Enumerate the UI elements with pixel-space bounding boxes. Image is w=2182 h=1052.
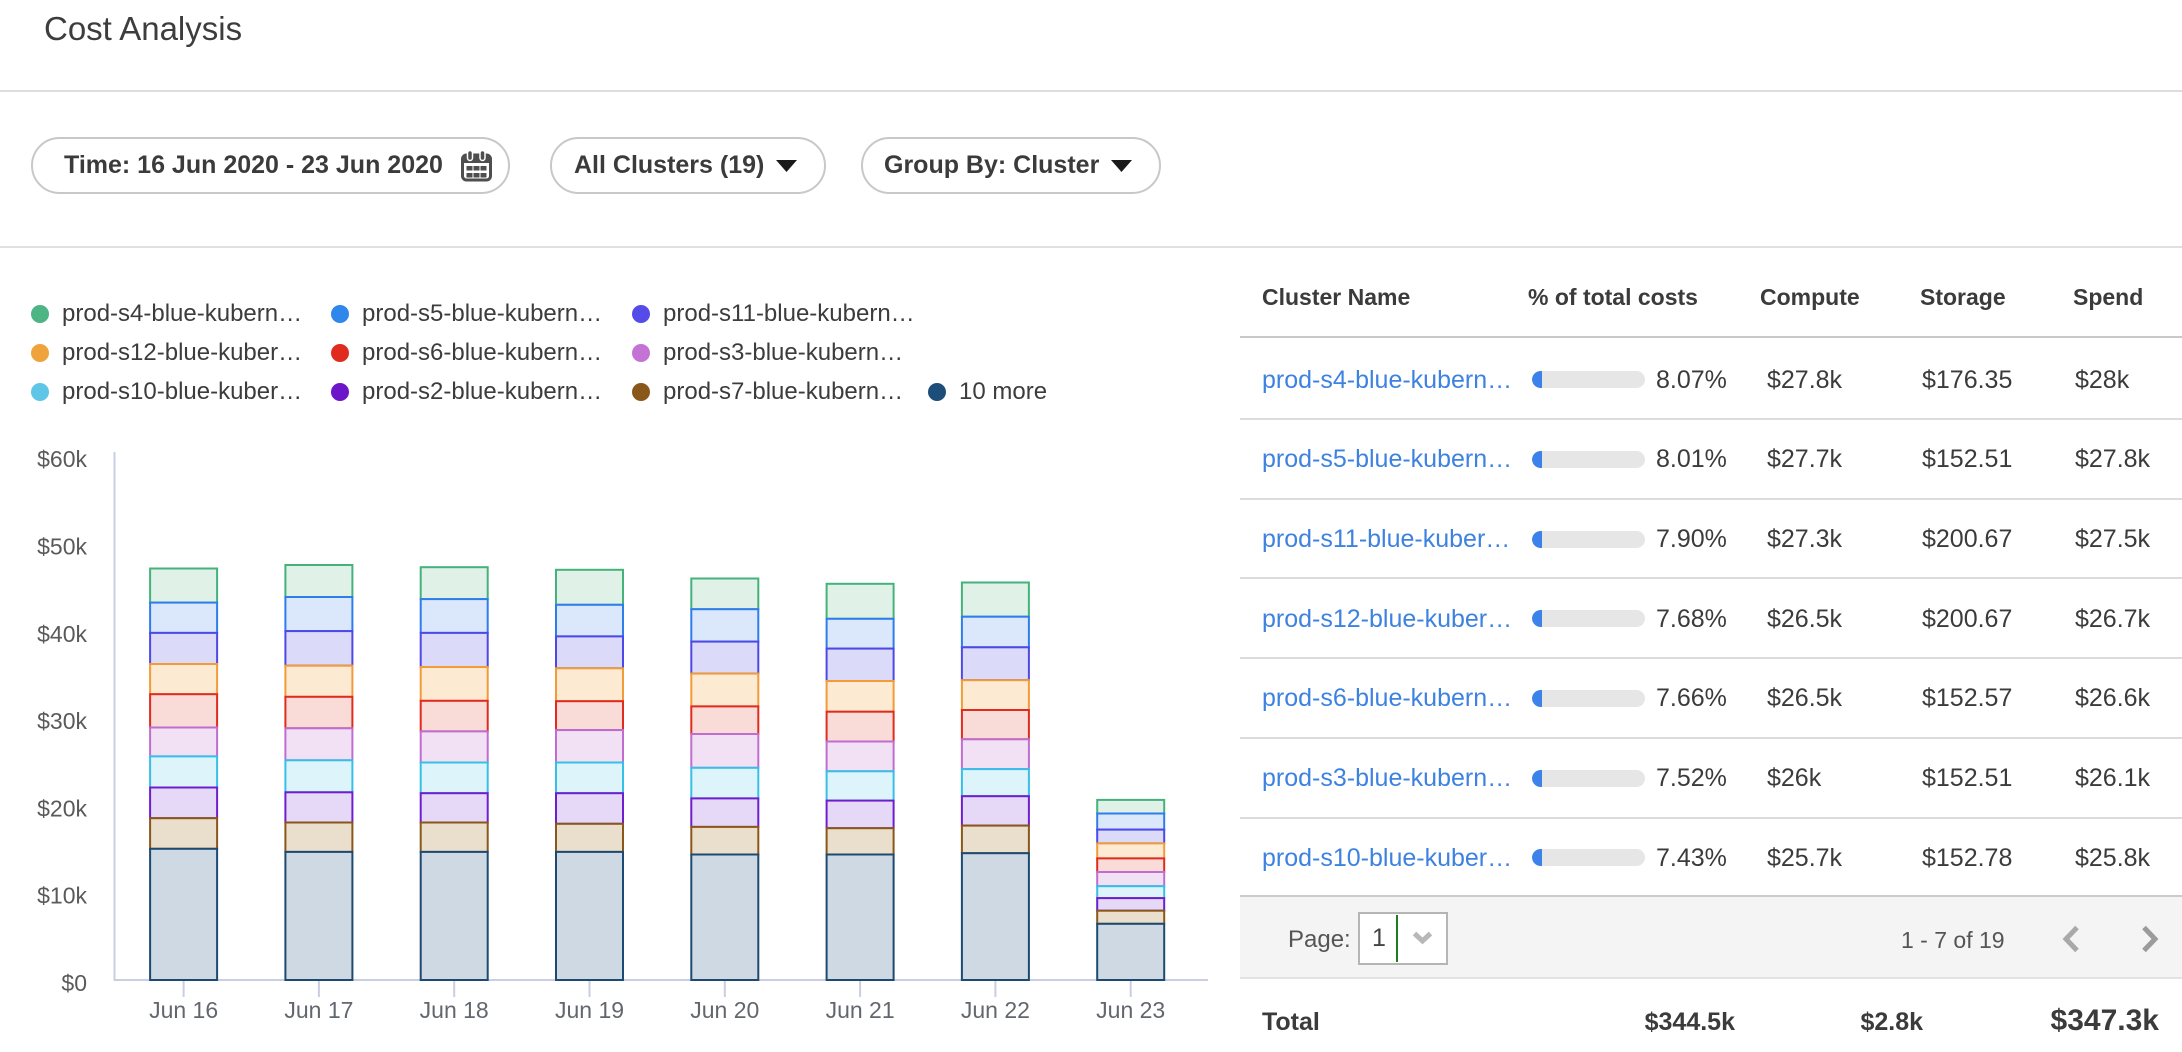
svg-text:Jun 18: Jun 18 [420, 997, 489, 1023]
svg-text:$60k: $60k [37, 446, 87, 472]
svg-text:$0: $0 [61, 970, 87, 996]
svg-text:Jun 16: Jun 16 [149, 997, 218, 1023]
svg-text:Jun 20: Jun 20 [690, 997, 759, 1023]
svg-text:$20k: $20k [37, 795, 87, 821]
svg-text:Jun 21: Jun 21 [826, 997, 895, 1023]
svg-text:$50k: $50k [37, 534, 87, 560]
svg-text:Jun 23: Jun 23 [1096, 997, 1165, 1023]
svg-text:$40k: $40k [37, 621, 87, 647]
svg-text:Jun 17: Jun 17 [284, 997, 353, 1023]
svg-text:$30k: $30k [37, 708, 87, 734]
svg-text:$10k: $10k [37, 883, 87, 909]
svg-text:Jun 22: Jun 22 [961, 997, 1030, 1023]
svg-text:Jun 19: Jun 19 [555, 997, 624, 1023]
